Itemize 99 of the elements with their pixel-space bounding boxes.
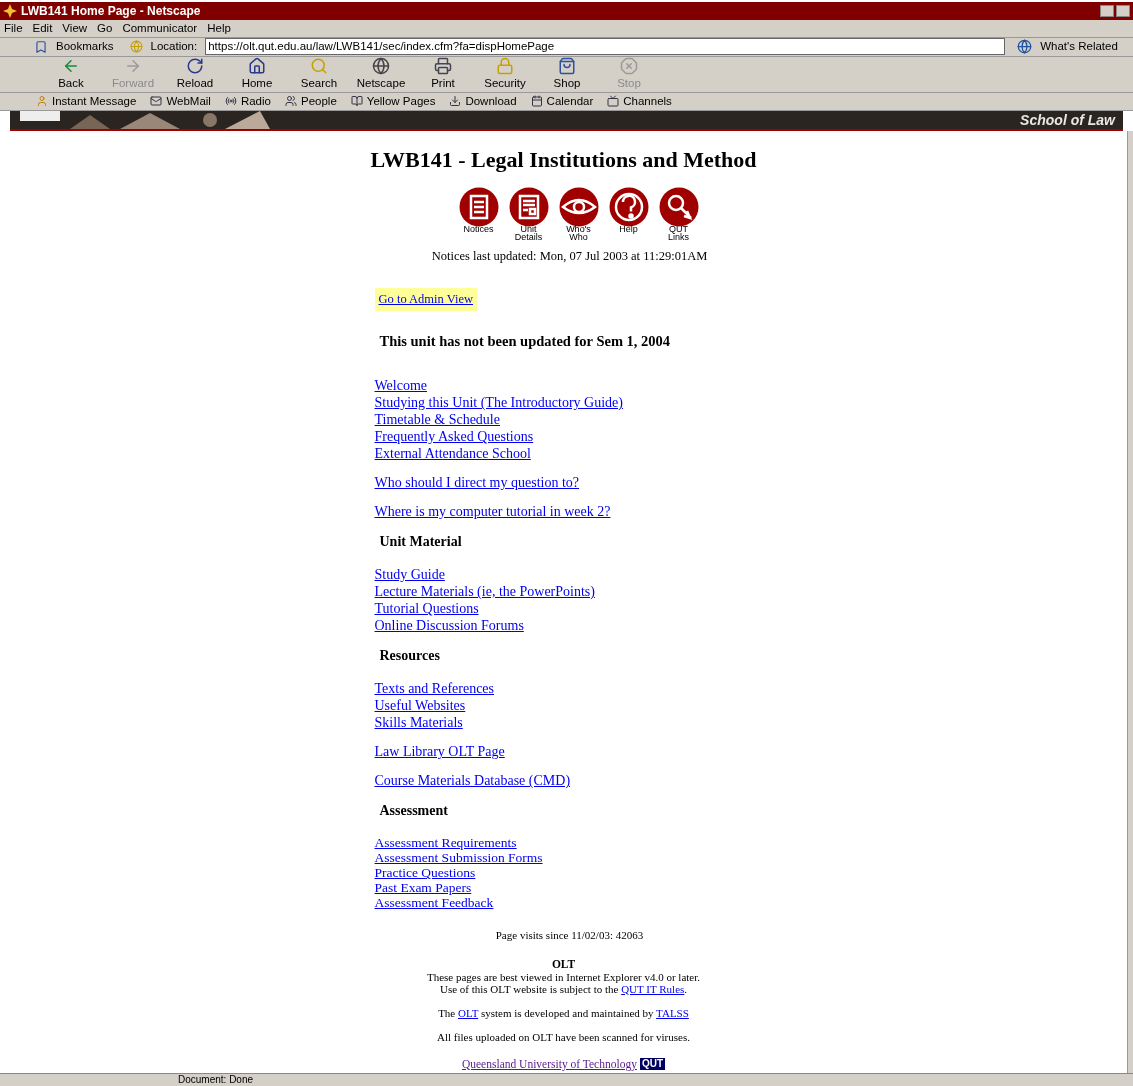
menu-item[interactable]: File <box>4 20 23 38</box>
link[interactable]: Welcome <box>374 377 427 395</box>
footer-text: These pages are best viewed in Internet Explorer v4.0 or later. <box>426 970 701 983</box>
toolbar-button[interactable]: Home <box>226 56 288 92</box>
link[interactable]: Texts and References <box>374 680 495 698</box>
link[interactable]: TALSS <box>656 1006 689 1019</box>
bookmark-item-icon <box>350 95 363 108</box>
link[interactable]: Practice Questions <box>374 865 476 881</box>
toolbar-button[interactable]: Back <box>40 56 102 92</box>
netscape-star-icon <box>3 4 17 19</box>
help-circle-icon[interactable] <box>608 187 649 227</box>
school-name: School of Law <box>1020 110 1117 130</box>
link[interactable]: OLT <box>458 1006 479 1019</box>
section-heading: Assessment <box>379 802 448 821</box>
url-field[interactable]: https://olt.qut.edu.au/law/LWB141/sec/index.cfm?fa=dispHomePage <box>205 38 1006 56</box>
bookmark-item-icon <box>224 95 237 108</box>
link[interactable]: Law Library OLT Page <box>374 743 505 761</box>
icon-label[interactable]: Unit Details <box>508 225 549 241</box>
reload-icon <box>186 56 204 75</box>
details-circle-icon[interactable] <box>508 187 549 227</box>
printer-icon <box>434 56 452 75</box>
bookmark-link[interactable]: Radio <box>224 92 271 110</box>
bookmark-link[interactable]: Download <box>449 92 517 110</box>
footer-text: Use of this OLT website is subject to the QUT IT Rules. <box>439 982 688 995</box>
page-title: LWB141 - Legal Institutions and Method <box>370 147 757 173</box>
bookmark-link[interactable]: Yellow Pages <box>350 92 436 110</box>
whats-related-button[interactable]: What's Related <box>1040 38 1118 56</box>
link[interactable]: Study Guide <box>374 566 445 584</box>
toolbar-button[interactable]: Print <box>412 56 474 92</box>
footer-text: All files uploaded on OLT have been scanned for viruses. <box>437 1030 690 1043</box>
link[interactable]: Lecture Materials (ie, the PowerPoints) <box>374 583 595 601</box>
globe-icon <box>372 56 390 75</box>
search-icon <box>310 56 328 75</box>
location-label: Location: <box>150 39 198 55</box>
toolbar-button[interactable]: Security <box>474 56 536 92</box>
link[interactable]: Timetable & Schedule <box>374 411 500 429</box>
links-circle-icon[interactable] <box>658 187 699 227</box>
bookmark-link[interactable]: Channels <box>607 92 672 110</box>
link[interactable]: Who should I direct my question to? <box>374 474 580 492</box>
link[interactable]: Online Discussion Forums <box>374 617 524 635</box>
link[interactable]: Useful Websites <box>374 697 466 715</box>
section-heading: Resources <box>379 647 440 666</box>
icon-label[interactable]: Notices <box>463 225 494 233</box>
footer-text: The OLT system is developed and maintained by TALSS <box>438 1006 689 1019</box>
link[interactable]: Assessment Feedback <box>374 895 494 911</box>
house-icon <box>248 56 266 75</box>
link[interactable]: Where is my computer tutorial in week 2? <box>374 503 611 521</box>
menu-item[interactable]: Go <box>97 20 113 38</box>
scrollbar[interactable] <box>1127 131 1133 1073</box>
visits-text: Page visits since 11/02/03: 42063 <box>495 928 644 944</box>
link[interactable]: Course Materials Database (CMD) <box>374 772 571 790</box>
toolbar-button[interactable]: Netscape <box>350 56 412 92</box>
notice-text: This unit has not been updated for Sem 1, 2004 <box>379 331 671 351</box>
bookmark-link[interactable]: People <box>285 92 337 110</box>
link[interactable]: Assessment Submission Forms <box>374 850 543 866</box>
eye-circle-icon[interactable] <box>558 187 599 227</box>
bookmark-link[interactable]: Calendar <box>530 92 594 110</box>
bookmark-icon <box>34 39 48 54</box>
menu-item[interactable]: Help <box>207 20 231 38</box>
lock-icon <box>496 56 514 75</box>
bag-icon <box>558 56 576 75</box>
qut-logo: QUT <box>639 1058 666 1071</box>
menu-item[interactable]: Communicator <box>122 20 198 38</box>
admin-view-link[interactable]: Go to Admin View <box>374 287 477 311</box>
link[interactable]: Assessment Requirements <box>374 835 517 851</box>
bookmark-link[interactable]: WebMail <box>150 92 211 110</box>
menu-item[interactable]: Edit <box>32 20 53 38</box>
link[interactable]: Tutorial Questions <box>374 600 479 618</box>
icon-label[interactable]: Who's Who <box>558 225 599 241</box>
bookmarks-button[interactable]: Bookmarks <box>56 38 114 56</box>
restore-icon[interactable] <box>1116 5 1130 18</box>
status-text: Document: Done <box>178 1074 254 1086</box>
globe-icon <box>129 40 143 54</box>
bookmark-item-icon <box>150 95 163 108</box>
minimize-icon[interactable] <box>1100 5 1114 18</box>
link[interactable]: Frequently Asked Questions <box>374 428 534 446</box>
link[interactable]: Queensland University of Technology <box>461 1055 637 1073</box>
bookmark-item-icon <box>449 95 462 108</box>
bookmark-item-icon <box>285 95 297 108</box>
bookmark-item-icon <box>607 95 620 108</box>
toolbar-button[interactable]: Shop <box>536 56 598 92</box>
updated-text: Notices last updated: Mon, 07 Jul 2003 at 11:29:01AM <box>431 248 708 265</box>
notices-circle-icon[interactable] <box>458 187 499 227</box>
section-heading: Unit Material <box>379 533 462 552</box>
bookmark-item-icon <box>530 95 543 108</box>
link[interactable]: Past Exam Papers <box>374 880 472 896</box>
link[interactable]: Studying this Unit (The Introductory Guide) <box>374 394 623 412</box>
bookmark-item-icon <box>36 95 48 108</box>
icon-label[interactable]: QUT Links <box>658 225 699 241</box>
window-title: LWB141 Home Page - Netscape <box>21 3 201 21</box>
toolbar-button[interactable]: Reload <box>164 56 226 92</box>
menu-item[interactable]: View <box>62 20 88 38</box>
link[interactable]: External Attendance School <box>374 445 531 463</box>
globe-icon <box>1017 39 1033 55</box>
link[interactable]: Skills Materials <box>374 714 463 732</box>
footer-title: OLT <box>551 957 576 971</box>
icon-label[interactable]: Help <box>619 225 638 233</box>
toolbar-button[interactable]: Search <box>288 56 350 92</box>
bookmark-link[interactable]: Instant Message <box>36 92 137 110</box>
